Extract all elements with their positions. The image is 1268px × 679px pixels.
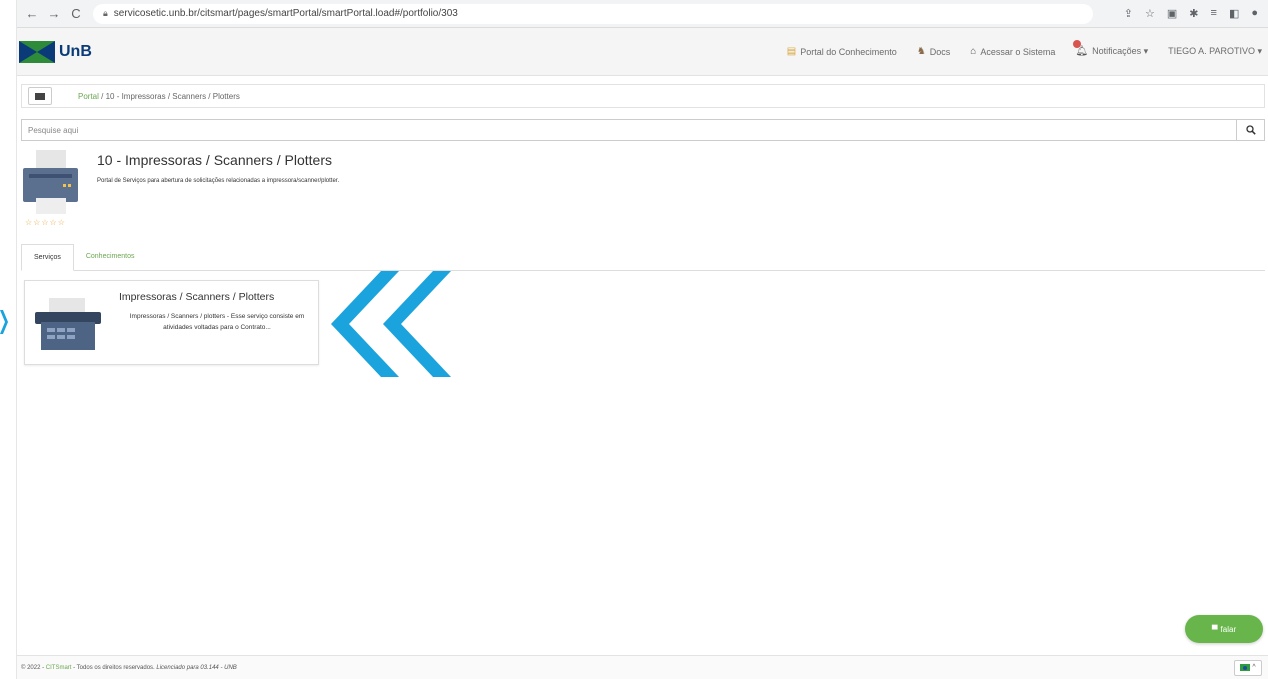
- home-icon: ⌂: [970, 46, 977, 57]
- footer: © 2022 - CITSmart - Todos os direitos re…: [17, 655, 1268, 679]
- chat-button-label: falar: [1220, 624, 1237, 634]
- app-frame: ← → C 🔒︎ servicosetic.unb.br/citsmart/pa…: [16, 0, 1268, 679]
- breadcrumb-bar: Portal / 10 - Impressoras / Scanners / P…: [21, 84, 1265, 108]
- search-button[interactable]: [1236, 120, 1264, 140]
- portal-search: [21, 119, 1265, 141]
- tab-servicos[interactable]: Serviços: [21, 244, 74, 271]
- portal-tabs: Serviços Conhecimentos: [21, 244, 1265, 271]
- breadcrumb-home-link[interactable]: Portal: [78, 92, 99, 101]
- footer-license: Licenciado para 03.144 - UNB: [156, 664, 237, 671]
- extension-icon[interactable]: ▣: [1167, 7, 1177, 20]
- knowledge-portal-link[interactable]: ▤ Portal do Conhecimento: [787, 46, 897, 57]
- top-navbar: UnB ▤ Portal do Conhecimento ♞ Docs ⌂ Ac…: [17, 28, 1268, 76]
- reload-icon[interactable]: C: [69, 6, 83, 21]
- chat-button[interactable]: ▀ falar: [1185, 615, 1263, 643]
- breadcrumb: Portal / 10 - Impressoras / Scanners / P…: [78, 92, 240, 101]
- sidepanel-icon[interactable]: ◧: [1229, 7, 1239, 20]
- user-name: TIEGO A. PAROTIVO ▾: [1168, 46, 1262, 56]
- docs-icon: ♞: [916, 46, 926, 57]
- portal-title: 10 - Impressoras / Scanners / Plotters: [97, 152, 332, 168]
- brand-text: UnB: [59, 42, 92, 60]
- fax-printer-icon: [35, 298, 101, 350]
- browser-toolbar: ← → C 🔒︎ servicosetic.unb.br/citsmart/pa…: [17, 0, 1268, 28]
- url-text: servicosetic.unb.br/citsmart/pages/smart…: [113, 8, 458, 19]
- access-system-label: Acessar o Sistema: [980, 46, 1056, 57]
- forward-icon[interactable]: →: [47, 6, 61, 21]
- service-card[interactable]: Impressoras / Scanners / Plotters Impres…: [24, 280, 319, 365]
- language-selector[interactable]: ^: [1234, 659, 1262, 676]
- puzzle-icon[interactable]: ✱: [1189, 7, 1198, 20]
- browser-tools: ⇪ ☆ ▣ ✱ ≡ ◧ ●: [1124, 7, 1258, 20]
- browser-nav: ← → C: [25, 6, 83, 21]
- footer-copyright: © 2022 -: [21, 664, 46, 671]
- top-nav-links: ▤ Portal do Conhecimento ♞ Docs ⌂ Acessa…: [787, 40, 1262, 57]
- footer-text: © 2022 - CITSmart - Todos os direitos re…: [21, 665, 237, 671]
- back-icon[interactable]: ←: [25, 6, 39, 21]
- service-card-title: Impressoras / Scanners / Plotters: [119, 291, 275, 303]
- profile-icon[interactable]: ●: [1251, 7, 1258, 20]
- notifications-label: Notificações ▾: [1092, 46, 1149, 56]
- docs-link[interactable]: ♞ Docs: [917, 46, 950, 57]
- footer-rights: - Todos os direitos reservados.: [71, 664, 157, 671]
- service-card-description: Impressoras / Scanners / plotters - Esse…: [129, 313, 305, 331]
- chat-icon: ▀: [1211, 624, 1218, 634]
- rating-stars[interactable]: ☆☆☆☆☆: [25, 218, 66, 227]
- caret-up-icon: ^: [1252, 664, 1256, 671]
- reading-list-icon[interactable]: ≡: [1211, 7, 1217, 20]
- portal-description: Portal de Serviços para abertura de soli…: [97, 178, 340, 184]
- share-icon[interactable]: ⇪: [1124, 7, 1133, 20]
- unb-logo[interactable]: UnB: [19, 40, 92, 63]
- double-chevron-left-icon: [331, 271, 451, 377]
- search-icon: [1245, 125, 1256, 135]
- footer-brand-link[interactable]: CITSmart: [46, 665, 72, 671]
- lock-icon: 🔒︎: [103, 8, 108, 18]
- menu-toggle-button[interactable]: [28, 87, 52, 105]
- printer-icon: [23, 150, 78, 214]
- knowledge-portal-label: Portal do Conhecimento: [800, 46, 897, 57]
- tab-conhecimentos[interactable]: Conhecimentos: [74, 243, 147, 270]
- brazil-flag-icon: [1240, 664, 1251, 671]
- unb-flag-icon: [19, 40, 55, 63]
- partial-chevron-icon: [0, 310, 8, 334]
- menu-icon: [35, 92, 45, 100]
- portal-header: 10 - Impressoras / Scanners / Plotters P…: [21, 150, 821, 230]
- docs-label: Docs: [929, 46, 951, 57]
- access-system-link[interactable]: ⌂ Acessar o Sistema: [970, 46, 1055, 57]
- bell-icon: 🔔︎: [1073, 40, 1088, 57]
- search-input[interactable]: [22, 120, 1236, 140]
- notifications-dropdown[interactable]: 🔔︎ Notificações ▾: [1073, 40, 1149, 57]
- books-icon: ▤: [786, 46, 797, 57]
- star-icon[interactable]: ☆: [1145, 7, 1155, 20]
- breadcrumb-separator: /: [98, 91, 106, 101]
- notification-dot: [1073, 40, 1082, 48]
- breadcrumb-current: 10 - Impressoras / Scanners / Plotters: [105, 91, 240, 101]
- address-bar[interactable]: 🔒︎ servicosetic.unb.br/citsmart/pages/sm…: [93, 3, 1093, 24]
- user-menu-dropdown[interactable]: TIEGO A. PAROTIVO ▾: [1168, 46, 1262, 57]
